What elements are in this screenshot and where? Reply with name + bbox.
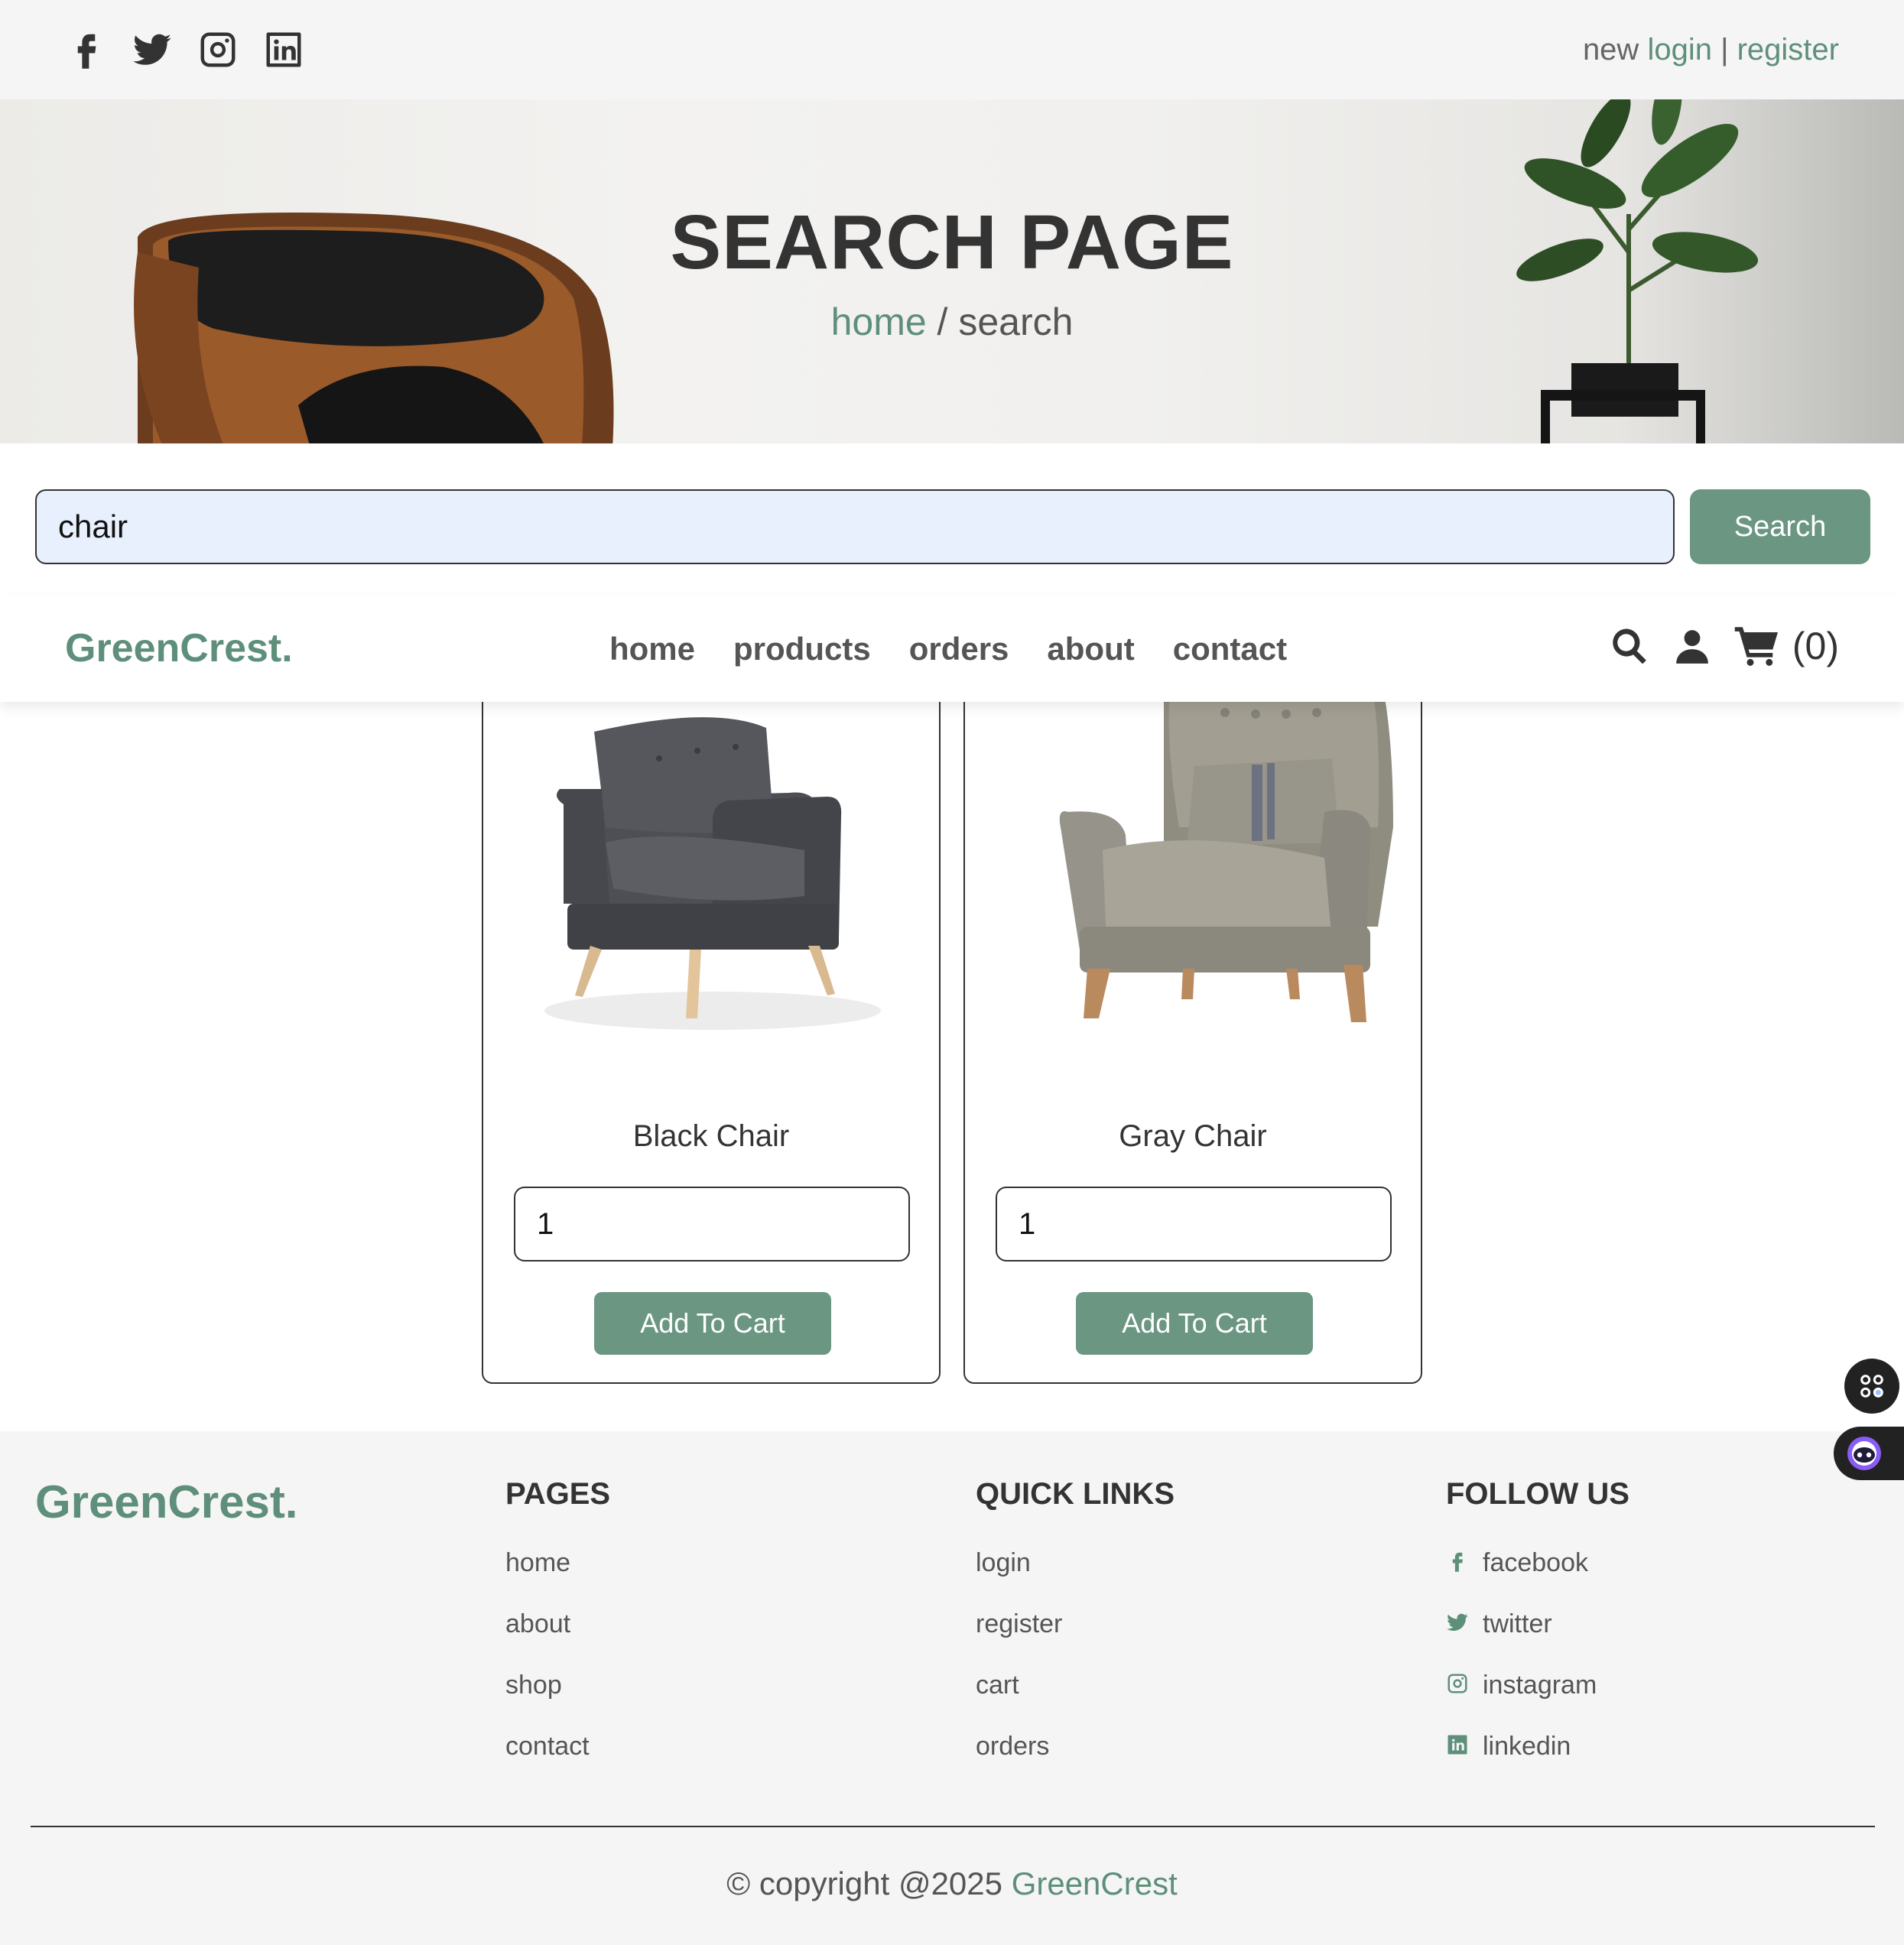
auth-prefix: new [1582, 32, 1639, 67]
assistant-icon [1847, 1437, 1881, 1470]
footer-quick-links-title: QUICK LINKS [976, 1477, 1175, 1511]
product-name: Gray Chair [1119, 1119, 1267, 1153]
instagram-icon[interactable] [197, 28, 239, 71]
footer-link-login[interactable]: login [976, 1548, 1175, 1609]
copyright: © copyright @2025 GreenCrest [0, 1865, 1904, 1902]
nav-item-home[interactable]: home [609, 631, 695, 667]
cart-count[interactable]: (0) [1792, 624, 1839, 668]
top-bar: new login | register [0, 0, 1904, 99]
user-icon[interactable] [1673, 625, 1711, 667]
facebook-icon[interactable] [65, 28, 108, 71]
footer-link-orders[interactable]: orders [976, 1732, 1175, 1793]
footer-link-label: twitter [1483, 1609, 1552, 1638]
footer-link-cart[interactable]: cart [976, 1671, 1175, 1732]
footer-pages-column: PAGES home about shop contact [505, 1477, 610, 1793]
nav-icons: (0) [1609, 624, 1839, 668]
quantity-input[interactable] [514, 1187, 910, 1261]
nav-item-products[interactable]: products [733, 631, 871, 667]
add-to-cart-button[interactable]: Add To Cart [594, 1292, 831, 1355]
linkedin-icon [1447, 1735, 1467, 1755]
twitter-icon [1447, 1613, 1468, 1631]
footer-link-twitter[interactable]: twitter [1446, 1609, 1629, 1671]
cart-icon[interactable] [1734, 625, 1780, 667]
instagram-icon [1447, 1674, 1467, 1693]
page-title: SEARCH PAGE [670, 200, 1234, 285]
quantity-input[interactable] [996, 1187, 1392, 1261]
footer-link-label: instagram [1483, 1671, 1597, 1700]
facebook-icon [1452, 1552, 1463, 1572]
footer-link-home[interactable]: home [505, 1548, 610, 1609]
footer-link-facebook[interactable]: facebook [1446, 1548, 1629, 1609]
breadcrumb-home-link[interactable]: home [831, 300, 927, 343]
footer-link-instagram[interactable]: instagram [1446, 1671, 1629, 1732]
breadcrumb: home / search [0, 300, 1904, 344]
footer: GreenCrest. PAGES home about shop contac… [0, 1431, 1904, 1945]
copyright-text: © copyright @2025 [726, 1865, 1003, 1901]
footer-follow-title: FOLLOW US [1446, 1477, 1629, 1511]
footer-link-label: linkedin [1483, 1732, 1571, 1761]
footer-link-label: facebook [1483, 1548, 1588, 1577]
main-navbar: GreenCrest. home products orders about c… [0, 596, 1904, 702]
hero-banner: SEARCH PAGE home / search [0, 99, 1904, 443]
auth-links: new login | register [1583, 33, 1839, 67]
copyright-brand: GreenCrest [1011, 1865, 1178, 1901]
twitter-icon[interactable] [131, 28, 174, 71]
footer-link-contact[interactable]: contact [505, 1732, 610, 1793]
auth-separator: | [1720, 32, 1729, 67]
footer-link-shop[interactable]: shop [505, 1671, 610, 1732]
nav-item-orders[interactable]: orders [909, 631, 1009, 667]
footer-link-register[interactable]: register [976, 1609, 1175, 1671]
footer-logo[interactable]: GreenCrest. [35, 1476, 297, 1528]
footer-divider [31, 1826, 1875, 1827]
breadcrumb-separator: / [926, 300, 959, 343]
nav-item-about[interactable]: about [1047, 631, 1134, 667]
product-image-black-chair [544, 717, 881, 1030]
search-input[interactable] [35, 489, 1675, 564]
footer-quick-links-column: QUICK LINKS login register cart orders [976, 1477, 1175, 1793]
search-form: Search [35, 489, 1870, 564]
product-image-gray-chair [1059, 674, 1393, 1022]
product-name: Black Chair [632, 1119, 790, 1153]
nav-item-contact[interactable]: contact [1173, 631, 1287, 667]
linkedin-icon[interactable] [262, 28, 305, 71]
floating-assistant-button[interactable] [1834, 1427, 1904, 1480]
product-card: Gray Chair Add To Cart [963, 673, 1422, 1384]
search-icon[interactable] [1609, 625, 1650, 667]
footer-link-about[interactable]: about [505, 1609, 610, 1671]
floating-command-button[interactable] [1844, 1359, 1899, 1414]
add-to-cart-button[interactable]: Add To Cart [1076, 1292, 1313, 1355]
login-link[interactable]: login [1647, 33, 1712, 67]
search-button[interactable]: Search [1690, 489, 1870, 564]
footer-follow-column: FOLLOW US facebook twitter instagram lin… [1446, 1477, 1629, 1793]
register-link[interactable]: register [1737, 33, 1839, 67]
logo[interactable]: GreenCrest. [65, 625, 293, 671]
product-card: Black Chair Add To Cart [482, 673, 941, 1384]
footer-pages-title: PAGES [505, 1477, 611, 1511]
nav-menu: home products orders about contact [609, 631, 1287, 667]
command-icon [1860, 1375, 1883, 1398]
social-links [65, 28, 305, 71]
breadcrumb-current: search [958, 300, 1074, 343]
footer-link-linkedin[interactable]: linkedin [1446, 1732, 1629, 1793]
